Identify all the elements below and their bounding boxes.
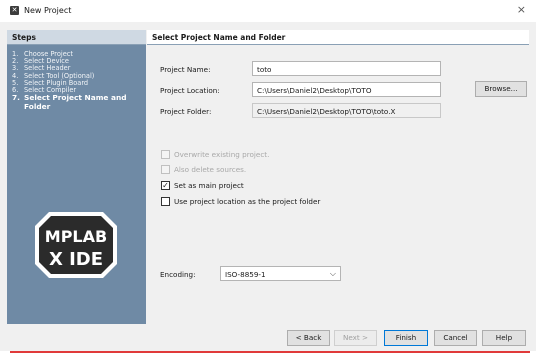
project-location-input[interactable]: C:\Users\Daniel2\Desktop\TOTO — [252, 82, 441, 97]
main-project-checkbox[interactable]: ✓ — [161, 181, 170, 190]
steps-panel: Steps 1. Choose Project 2. Select Device 3… — [7, 30, 146, 324]
title-bar: ✕ New Project × — [0, 0, 536, 22]
encoding-label: Encoding: — [160, 270, 196, 279]
next-button[interactable]: Next > — [334, 330, 377, 346]
project-location-label: Project Location: — [160, 86, 220, 95]
close-icon[interactable]: × — [517, 3, 526, 16]
cancel-button[interactable]: Cancel — [434, 330, 477, 346]
step-item-current: 7. Select Project Name and Folder — [12, 93, 127, 111]
overwrite-checkbox[interactable] — [161, 150, 170, 159]
chevron-down-icon: ⌵ — [329, 269, 336, 278]
wizard-body: Steps 1. Choose Project 2. Select Device 3… — [0, 22, 536, 326]
browse-button[interactable]: Browse... — [475, 81, 527, 97]
content-header: Select Project Name and Folder — [147, 30, 529, 45]
project-folder-field: C:\Users\Daniel2\Desktop\TOTO\toto.X — [252, 103, 441, 118]
help-button[interactable]: Help — [482, 330, 526, 346]
use-location-label: Use project location as the project fold… — [174, 197, 321, 206]
finish-button[interactable]: Finish — [384, 330, 428, 346]
svg-text:MPLAB: MPLAB — [45, 227, 107, 246]
delete-sources-checkbox[interactable] — [161, 165, 170, 174]
app-dialog-icon: ✕ — [10, 6, 19, 15]
use-location-checkbox[interactable] — [161, 197, 170, 206]
encoding-select[interactable]: ISO-8859-1 ⌵ — [220, 266, 341, 281]
svg-text:X IDE: X IDE — [49, 249, 103, 270]
window-title: New Project — [24, 6, 72, 15]
project-name-input[interactable]: toto — [252, 61, 441, 76]
steps-list: 1. Choose Project 2. Select Device 3. Selec… — [12, 50, 144, 111]
accent-underline — [10, 351, 530, 353]
delete-sources-option[interactable]: Also delete sources. — [161, 165, 246, 174]
project-name-label: Project Name: — [160, 65, 211, 74]
steps-header: Steps — [7, 30, 146, 45]
encoding-value: ISO-8859-1 — [225, 270, 266, 279]
delete-sources-label: Also delete sources. — [174, 165, 247, 174]
page-title: Select Project Name and Folder — [152, 33, 286, 42]
main-project-option[interactable]: ✓ Set as main project — [161, 181, 244, 190]
back-button[interactable]: < Back — [287, 330, 330, 346]
steps-title: Steps — [12, 33, 36, 42]
overwrite-label: Overwrite existing project. — [174, 150, 270, 159]
wizard-footer: < Back Next > Finish Cancel Help — [0, 326, 536, 351]
overwrite-project-option[interactable]: Overwrite existing project. — [161, 150, 269, 159]
use-location-option[interactable]: Use project location as the project fold… — [161, 197, 320, 206]
mplab-logo: MPLAB X IDE — [35, 212, 117, 278]
project-folder-label: Project Folder: — [160, 107, 212, 116]
main-project-label: Set as main project — [174, 181, 244, 190]
